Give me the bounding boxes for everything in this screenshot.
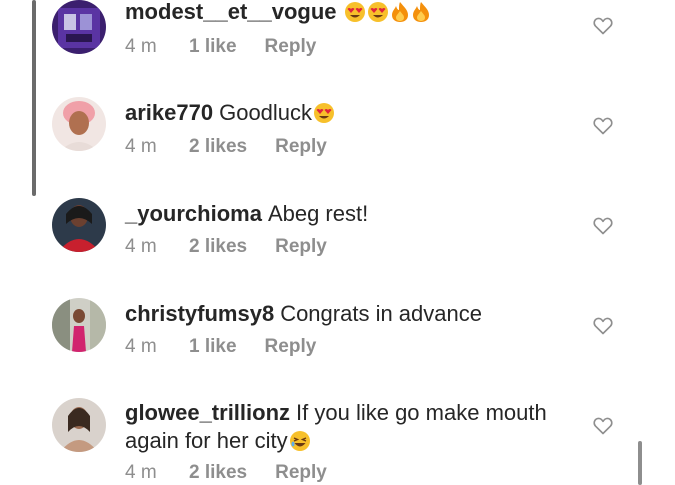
comment-body: Abeg rest! [267, 201, 369, 226]
fire-emoji-icon [390, 1, 410, 30]
fire-emoji-icon [411, 1, 431, 30]
comment-username[interactable]: glowee_trillionz [125, 400, 290, 425]
heart-outline-icon[interactable] [593, 417, 613, 435]
comment-username[interactable]: arike770 [125, 100, 213, 125]
comment-meta: 4 m 2 likes Reply [125, 136, 327, 158]
comment-likes[interactable]: 2 likes [189, 136, 247, 158]
avatar[interactable] [52, 0, 106, 54]
comment-body: Goodluck [219, 100, 313, 125]
avatar[interactable] [52, 298, 106, 352]
comment-username[interactable]: christyfumsy8 [125, 301, 274, 326]
avatar[interactable] [52, 198, 106, 252]
heart-outline-icon[interactable] [593, 217, 613, 235]
comment-text: christyfumsy8 Congrats in advance [125, 300, 575, 328]
comment-text: modest__et__vogue [125, 0, 575, 30]
heart-eyes-emoji-icon [367, 1, 389, 30]
comment-text: arike770 Goodluck [125, 99, 575, 131]
reply-button[interactable]: Reply [265, 336, 317, 358]
reply-button[interactable]: Reply [265, 36, 317, 58]
comment-likes[interactable]: 1 like [189, 336, 237, 358]
heart-eyes-emoji-icon [344, 1, 366, 30]
comment-likes[interactable]: 2 likes [189, 236, 247, 258]
comment-meta: 4 m 2 likes Reply [125, 462, 327, 484]
avatar[interactable] [52, 97, 106, 151]
comment-time: 4 m [125, 136, 157, 157]
comment-likes[interactable]: 2 likes [189, 462, 247, 484]
comment-time: 4 m [125, 236, 157, 257]
comment-meta: 4 m 2 likes Reply [125, 236, 327, 258]
comment-text: _yourchioma Abeg rest! [125, 200, 575, 228]
comment-body: Congrats in advance [280, 301, 482, 326]
comment-time: 4 m [125, 336, 157, 357]
comment-text: glowee_trillionz If you like go make mout… [125, 399, 575, 459]
laughing-emoji-icon [289, 430, 311, 459]
comment-time: 4 m [125, 462, 157, 483]
comment-username[interactable]: _yourchioma [125, 201, 262, 226]
comment-likes[interactable]: 1 like [189, 36, 237, 58]
heart-outline-icon[interactable] [593, 17, 613, 35]
comment-meta: 4 m 1 like Reply [125, 36, 316, 58]
heart-outline-icon[interactable] [593, 317, 613, 335]
reply-button[interactable]: Reply [275, 136, 327, 158]
comment-username[interactable]: modest__et__vogue [125, 0, 337, 24]
heart-outline-icon[interactable] [593, 117, 613, 135]
comment-meta: 4 m 1 like Reply [125, 336, 316, 358]
avatar[interactable] [52, 398, 106, 452]
scrollbar-thumb[interactable] [638, 441, 642, 485]
reply-button[interactable]: Reply [275, 462, 327, 484]
comment-time: 4 m [125, 36, 157, 57]
reply-button[interactable]: Reply [275, 236, 327, 258]
heart-eyes-emoji-icon [313, 102, 335, 131]
reply-thread-indicator [32, 0, 36, 196]
